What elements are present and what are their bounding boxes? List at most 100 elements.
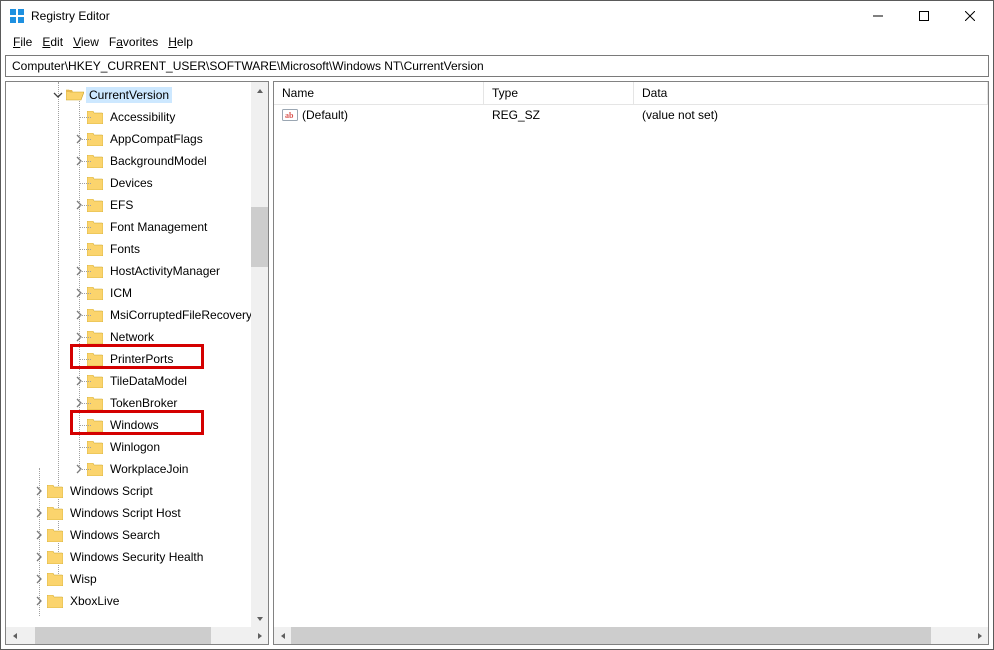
menubar: File Edit View Favorites Help xyxy=(1,31,993,55)
main-content: CurrentVersion Accessibility AppCompatFla… xyxy=(1,81,993,649)
tree-item-windows-search[interactable]: Windows Search xyxy=(6,524,268,546)
tree-item-accessibility[interactable]: Accessibility xyxy=(6,106,268,128)
tree-item-windows[interactable]: Windows xyxy=(6,414,268,436)
scrollbar-track[interactable] xyxy=(251,99,268,610)
tree-item-label: ICM xyxy=(107,285,135,301)
chevron-right-icon[interactable] xyxy=(31,552,47,562)
tree-item-label: BackgroundModel xyxy=(107,153,210,169)
folder-icon xyxy=(47,485,63,498)
tree-item-msicorruptedfilerecovery[interactable]: MsiCorruptedFileRecovery xyxy=(6,304,268,326)
tree-item-label: HostActivityManager xyxy=(107,263,223,279)
tree-item-backgroundmodel[interactable]: BackgroundModel xyxy=(6,150,268,172)
tree-item-label: Font Management xyxy=(107,219,210,235)
list-row[interactable]: ab (Default) REG_SZ (value not set) xyxy=(274,105,988,125)
maximize-button[interactable] xyxy=(901,1,947,31)
folder-open-icon xyxy=(66,88,84,102)
chevron-right-icon[interactable] xyxy=(31,596,47,606)
tree-item-network[interactable]: Network xyxy=(6,326,268,348)
tree-item-printerports[interactable]: PrinterPorts xyxy=(6,348,268,370)
tree-horizontal-scrollbar[interactable] xyxy=(6,627,268,644)
list-horizontal-scrollbar[interactable] xyxy=(274,627,988,644)
window-title: Registry Editor xyxy=(31,9,855,23)
tree-item-fonts[interactable]: Fonts xyxy=(6,238,268,260)
row-data: (value not set) xyxy=(642,108,718,122)
tree-item-icm[interactable]: ICM xyxy=(6,282,268,304)
tree-item-label: Devices xyxy=(107,175,156,191)
scroll-up-icon[interactable] xyxy=(251,82,268,99)
tree-item-workplacejoin[interactable]: WorkplaceJoin xyxy=(6,458,268,480)
tree-item-font-management[interactable]: Font Management xyxy=(6,216,268,238)
tree-item-appcompatflags[interactable]: AppCompatFlags xyxy=(6,128,268,150)
tree-item-label: Network xyxy=(107,329,157,345)
tree-view[interactable]: CurrentVersion Accessibility AppCompatFla… xyxy=(6,82,268,627)
tree-pane: CurrentVersion Accessibility AppCompatFla… xyxy=(5,81,269,645)
tree-item-currentversion[interactable]: CurrentVersion xyxy=(6,84,268,106)
scrollbar-thumb[interactable] xyxy=(291,627,931,644)
scroll-left-icon[interactable] xyxy=(6,627,23,644)
scrollbar-thumb[interactable] xyxy=(35,627,211,644)
chevron-down-icon[interactable] xyxy=(50,90,66,100)
tree-item-label: WorkplaceJoin xyxy=(107,461,191,477)
list-view[interactable]: ab (Default) REG_SZ (value not set) xyxy=(274,105,988,627)
tree-item-hostactivitymanager[interactable]: HostActivityManager xyxy=(6,260,268,282)
tree-item-wisp[interactable]: Wisp xyxy=(6,568,268,590)
app-icon xyxy=(9,8,25,24)
tree-item-windows-security-health[interactable]: Windows Security Health xyxy=(6,546,268,568)
menu-edit[interactable]: Edit xyxy=(38,33,67,51)
tree-item-label: TileDataModel xyxy=(107,373,190,389)
tree-item-tiledatamodel[interactable]: TileDataModel xyxy=(6,370,268,392)
row-name: (Default) xyxy=(302,108,348,122)
chevron-right-icon[interactable] xyxy=(31,508,47,518)
menu-file[interactable]: File xyxy=(9,33,36,51)
folder-icon xyxy=(47,529,63,542)
scrollbar-track[interactable] xyxy=(291,627,971,644)
tree-item-label: Windows Script Host xyxy=(67,505,184,521)
scroll-left-icon[interactable] xyxy=(274,627,291,644)
tree-item-label: Winlogon xyxy=(107,439,163,455)
window-controls xyxy=(855,1,993,31)
menu-view[interactable]: View xyxy=(69,33,103,51)
tree-item-label: CurrentVersion xyxy=(86,87,172,103)
column-header-name[interactable]: Name xyxy=(274,82,484,104)
tree-item-label: TokenBroker xyxy=(107,395,180,411)
tree-vertical-scrollbar[interactable] xyxy=(251,82,268,627)
scrollbar-thumb[interactable] xyxy=(251,207,268,267)
titlebar: Registry Editor xyxy=(1,1,993,31)
tree-item-label: EFS xyxy=(107,197,136,213)
scroll-right-icon[interactable] xyxy=(251,627,268,644)
tree-item-label: Windows xyxy=(107,417,162,433)
column-header-type[interactable]: Type xyxy=(484,82,634,104)
scrollbar-track[interactable] xyxy=(23,627,251,644)
tree-item-label: MsiCorruptedFileRecovery xyxy=(107,307,255,323)
tree-item-label: XboxLive xyxy=(67,593,122,609)
tree-item-winlogon[interactable]: Winlogon xyxy=(6,436,268,458)
chevron-right-icon[interactable] xyxy=(31,530,47,540)
column-header-data[interactable]: Data xyxy=(634,82,988,104)
tree-item-label: Windows Security Health xyxy=(67,549,206,565)
tree-item-tokenbroker[interactable]: TokenBroker xyxy=(6,392,268,414)
tree-item-xboxlive[interactable]: XboxLive xyxy=(6,590,268,612)
folder-icon xyxy=(47,551,63,564)
svg-text:ab: ab xyxy=(285,111,294,120)
menu-help[interactable]: Help xyxy=(164,33,197,51)
tree-item-label: AppCompatFlags xyxy=(107,131,206,147)
scroll-down-icon[interactable] xyxy=(251,610,268,627)
tree-item-label: Windows Search xyxy=(67,527,163,543)
tree-item-label: Wisp xyxy=(67,571,100,587)
close-button[interactable] xyxy=(947,1,993,31)
tree-item-devices[interactable]: Devices xyxy=(6,172,268,194)
string-value-icon: ab xyxy=(282,107,298,123)
chevron-right-icon[interactable] xyxy=(31,574,47,584)
folder-icon xyxy=(47,573,63,586)
address-bar[interactable]: Computer\HKEY_CURRENT_USER\SOFTWARE\Micr… xyxy=(5,55,989,77)
address-path: Computer\HKEY_CURRENT_USER\SOFTWARE\Micr… xyxy=(12,59,484,73)
tree-item-label: Accessibility xyxy=(107,109,178,125)
list-pane: Name Type Data ab (Default) REG_SZ (valu… xyxy=(273,81,989,645)
chevron-right-icon[interactable] xyxy=(31,486,47,496)
tree-item-windows-script-host[interactable]: Windows Script Host xyxy=(6,502,268,524)
minimize-button[interactable] xyxy=(855,1,901,31)
tree-item-efs[interactable]: EFS xyxy=(6,194,268,216)
tree-item-windows-script[interactable]: Windows Script xyxy=(6,480,268,502)
scroll-right-icon[interactable] xyxy=(971,627,988,644)
menu-favorites[interactable]: Favorites xyxy=(105,33,162,51)
